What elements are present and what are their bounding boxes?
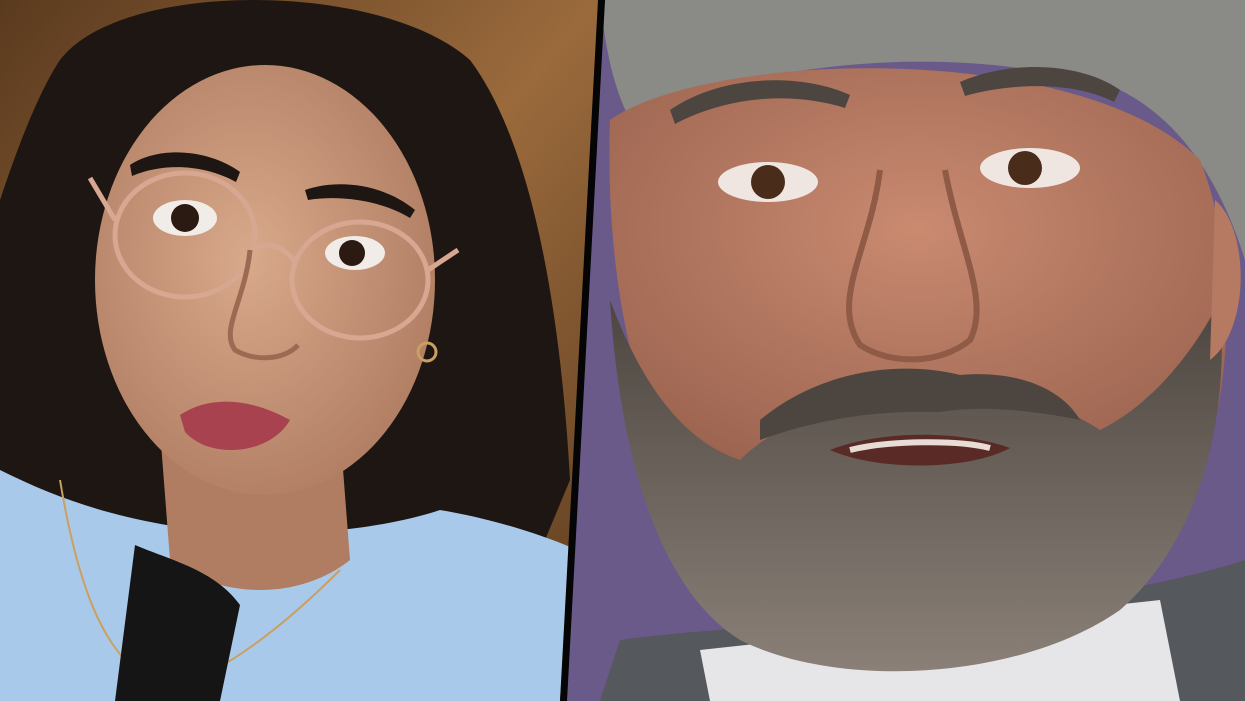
right-portrait-panel [560,0,1245,701]
photo-composite [0,0,1245,701]
right-portrait-illustration [560,0,1245,701]
left-portrait-panel [0,0,598,701]
left-portrait-illustration [0,0,598,701]
